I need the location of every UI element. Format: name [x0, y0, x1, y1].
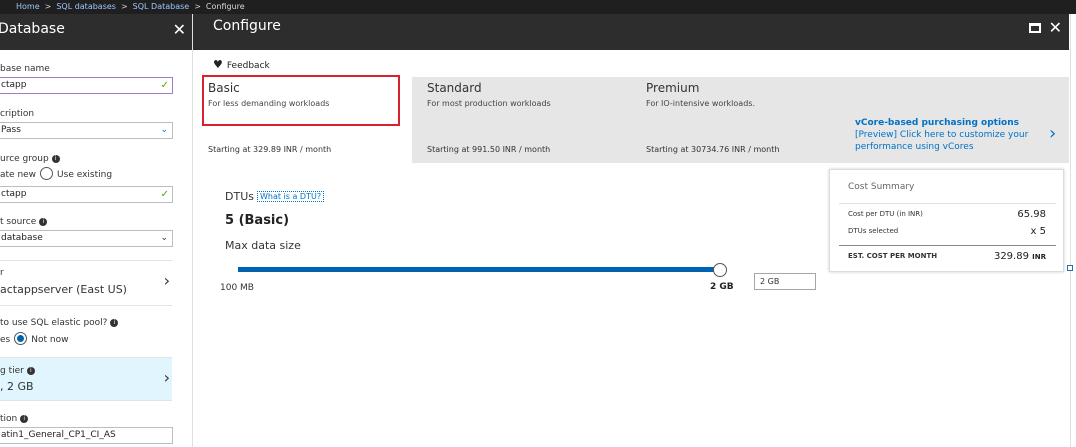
database-name-label: base name — [0, 64, 50, 74]
data-size-slider-thumb[interactable] — [713, 263, 727, 277]
maximize-icon[interactable] — [1029, 23, 1041, 33]
divider — [839, 245, 1056, 246]
divider — [839, 203, 1056, 204]
data-size-slider-track[interactable] — [238, 267, 715, 272]
heart-icon: ♥ — [213, 58, 223, 71]
subscription-dropdown[interactable]: Pass ⌄ — [0, 122, 173, 139]
chevron-right-icon: › — [163, 368, 170, 387]
source-dropdown[interactable]: database ⌄ — [0, 230, 173, 247]
tier-price: Starting at 30734.76 INR / month — [646, 145, 780, 154]
breadcrumb-separator: > — [44, 2, 52, 11]
server-value: actappserver (East US) — [0, 283, 127, 296]
tier-name: Standard — [427, 81, 482, 95]
chevron-down-icon: ⌄ — [160, 233, 168, 243]
chevron-right-icon: › — [163, 271, 170, 290]
resource-group-label: urce group i — [0, 154, 60, 164]
cost-per-dtu-value: 65.98 — [1017, 209, 1046, 220]
dtu-value: 5 (Basic) — [225, 213, 290, 228]
close-icon[interactable]: ✕ — [173, 15, 186, 45]
cost-summary-panel: Cost Summary Cost per DTU (in INR) 65.98… — [829, 169, 1064, 272]
feedback-button[interactable]: ♥ Feedback — [213, 58, 270, 71]
not-now-label[interactable]: Not now — [31, 335, 68, 345]
pricing-tier-value: , 2 GB — [0, 380, 34, 393]
tier-name: Premium — [646, 81, 700, 95]
elastic-pool-label: to use SQL elastic pool? i — [0, 318, 119, 328]
dtus-selected-row: DTUs selected x 5 — [848, 226, 1046, 237]
tier-premium[interactable]: Premium For IO-intensive workloads. Star… — [631, 77, 850, 163]
create-new-option[interactable]: ate new — [0, 170, 36, 180]
breadcrumb-current: Configure — [205, 2, 245, 11]
not-now-radio[interactable] — [14, 332, 28, 345]
subscription-label: cription — [0, 109, 35, 119]
close-icon[interactable]: ✕ — [1049, 18, 1062, 37]
vcore-heading: vCore-based purchasing options — [855, 118, 1019, 128]
resource-group-options: ate new Use existing — [0, 167, 112, 180]
server-row[interactable]: r actappserver (East US) › — [0, 260, 172, 306]
info-icon[interactable]: i — [26, 367, 35, 375]
breadcrumb: Home > SQL databases > SQL Database > Configur… — [0, 0, 1076, 14]
tier-price: Starting at 991.50 INR / month — [427, 145, 551, 154]
info-icon[interactable]: i — [20, 415, 29, 423]
slider-min-label: 100 MB — [220, 283, 254, 293]
page-title: Configure — [213, 18, 281, 34]
chevron-down-icon: ⌄ — [160, 125, 168, 135]
elastic-pool-yes-option[interactable]: es — [0, 335, 10, 345]
slider-max-label: 2 GB — [710, 282, 734, 292]
breadcrumb-home[interactable]: Home — [16, 2, 40, 11]
database-name-field[interactable]: ctapp ✓ — [0, 77, 173, 94]
what-is-dtu-link[interactable]: What is a DTU? — [256, 191, 325, 202]
info-icon[interactable]: i — [51, 155, 60, 163]
cost-summary-title: Cost Summary — [848, 182, 915, 192]
tier-description: For IO-intensive workloads. — [646, 99, 755, 108]
server-label: r — [0, 268, 4, 278]
resource-group-field[interactable]: ctapp ✓ — [0, 186, 173, 203]
blade-border — [1070, 14, 1071, 447]
source-label: t source i — [0, 217, 48, 227]
configure-header: Configure ✕ — [193, 14, 1069, 50]
checkmark-icon: ✓ — [160, 80, 169, 91]
chevron-right-icon[interactable]: › — [1049, 123, 1056, 144]
dtus-label: DTUs What is a DTU? — [225, 190, 325, 203]
vcore-line-2: performance using vCores — [855, 142, 974, 152]
tier-price: Starting at 329.89 INR / month — [208, 145, 332, 154]
elastic-pool-options: es Not now — [0, 332, 68, 345]
breadcrumb-separator: > — [194, 2, 201, 11]
pricing-tier-row[interactable]: g tier i , 2 GB › — [0, 357, 172, 401]
max-data-size-label: Max data size — [225, 239, 301, 252]
use-existing-label[interactable]: Use existing — [57, 170, 112, 180]
info-icon[interactable]: i — [110, 319, 119, 327]
breadcrumb-separator: > — [120, 2, 128, 11]
tier-description: For most production workloads — [427, 99, 551, 108]
configure-blade: Configure ✕ ♥ Feedback Basic For less dem… — [193, 14, 1069, 447]
vcore-line-1: [Preview] Click here to customize your — [855, 130, 1029, 140]
est-cost-value: 329.89 INR — [993, 251, 1046, 262]
breadcrumb-sql-databases[interactable]: SQL databases — [56, 2, 116, 11]
dtus-selected-value: x 5 — [1030, 226, 1046, 237]
left-blade-header: Database ✕ — [0, 14, 192, 50]
resize-handle[interactable] — [1067, 265, 1073, 271]
est-cost-row: EST. COST PER MONTH 329.89 INR — [848, 251, 1046, 262]
cost-per-dtu-row: Cost per DTU (in INR) 65.98 — [848, 209, 1046, 220]
info-icon[interactable]: i — [39, 218, 48, 226]
basic-tier-highlight — [202, 75, 400, 126]
tier-standard[interactable]: Standard For most production workloads S… — [412, 77, 631, 163]
data-size-input[interactable]: 2 GB — [754, 273, 816, 290]
sql-database-blade: Database ✕ base name ctapp ✓ cription Pas… — [0, 14, 193, 447]
checkmark-icon: ✓ — [160, 189, 169, 200]
left-blade-title: Database — [0, 21, 65, 37]
breadcrumb-sql-database[interactable]: SQL Database — [133, 2, 190, 11]
vcore-link[interactable]: vCore-based purchasing options [Preview]… — [855, 117, 1045, 153]
collation-field[interactable]: atin1_General_CP1_CI_AS — [0, 427, 173, 444]
pricing-tier-label: g tier i — [0, 366, 35, 376]
collation-label: tion i — [0, 414, 29, 424]
use-existing-radio[interactable] — [40, 167, 54, 180]
